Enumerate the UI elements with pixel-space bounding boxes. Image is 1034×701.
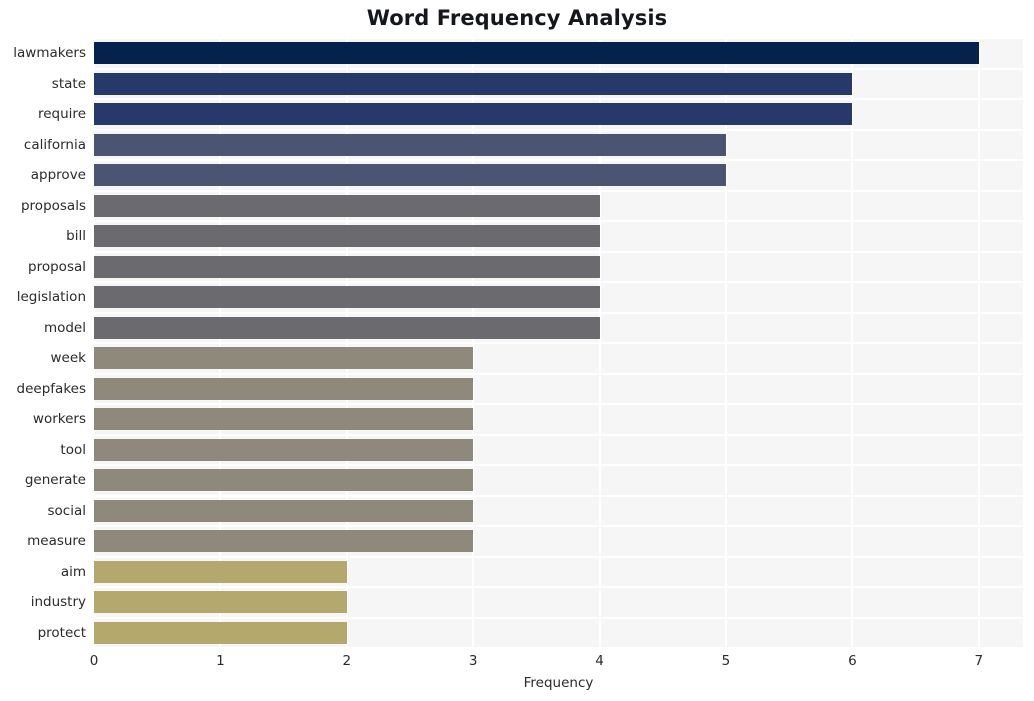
x-axis-tick-label: 6	[848, 653, 857, 669]
bar	[94, 225, 600, 248]
x-axis-tick-labels: 0 1 2 3 4 5 6 7	[0, 652, 1034, 672]
y-axis-tick-label: generate	[24, 472, 86, 489]
y-axis-tick-label: social	[47, 502, 87, 519]
bar	[94, 377, 474, 400]
x-axis-tick-label: 7	[974, 653, 984, 669]
y-axis-tick-label: legislation	[16, 289, 86, 306]
y-axis-tick-label: california	[23, 136, 86, 153]
y-axis-tick-label: state	[51, 75, 86, 92]
bar	[94, 347, 474, 370]
bar	[94, 133, 726, 156]
bar	[94, 72, 853, 95]
bar	[94, 255, 600, 278]
y-axis-tick-label: require	[38, 106, 86, 123]
bar	[94, 103, 853, 126]
bar	[94, 499, 474, 522]
chart-figure: Word Frequency Analysis lawmakers state re…	[0, 0, 1034, 701]
bar-series	[94, 38, 1023, 648]
bar	[94, 591, 347, 614]
y-axis-tick-labels: lawmakers state require california approve pr…	[0, 38, 86, 648]
bar	[94, 530, 474, 553]
bar	[94, 194, 600, 217]
y-axis-tick-label: proposal	[28, 258, 86, 275]
y-axis-tick-label: model	[43, 319, 86, 336]
bar	[94, 286, 600, 309]
bar	[94, 469, 474, 492]
y-axis-tick-label: bill	[66, 228, 86, 245]
chart-title: Word Frequency Analysis	[366, 6, 668, 30]
x-axis-tick-label: 5	[721, 653, 731, 669]
bar	[94, 560, 347, 583]
bar	[94, 438, 474, 461]
y-axis-tick-label: protect	[37, 624, 86, 641]
x-axis-title: Frequency	[523, 675, 594, 691]
y-axis-tick-label: tool	[60, 441, 86, 458]
y-axis-tick-label: approve	[30, 167, 86, 184]
y-axis-tick-label: lawmakers	[13, 45, 86, 62]
x-axis-tick-label: 0	[89, 653, 99, 669]
x-axis-tick-label: 2	[342, 653, 352, 669]
x-axis-tick-label: 1	[216, 653, 225, 669]
y-axis-tick-label: proposals	[20, 197, 86, 214]
plot-area	[94, 38, 1023, 648]
bar	[94, 42, 979, 65]
y-axis-tick-label: measure	[27, 533, 86, 550]
y-axis-tick-label: deepfakes	[16, 380, 86, 397]
y-axis-tick-label: aim	[60, 563, 86, 580]
y-axis-tick-label: week	[50, 350, 86, 367]
bar	[94, 621, 347, 644]
y-axis-tick-label: industry	[30, 594, 86, 611]
bar	[94, 408, 474, 431]
x-axis-tick-label: 3	[468, 653, 478, 669]
x-axis-tick-label: 4	[595, 653, 604, 669]
y-axis-tick-label: workers	[32, 411, 86, 428]
bar	[94, 316, 600, 339]
bar	[94, 164, 726, 187]
